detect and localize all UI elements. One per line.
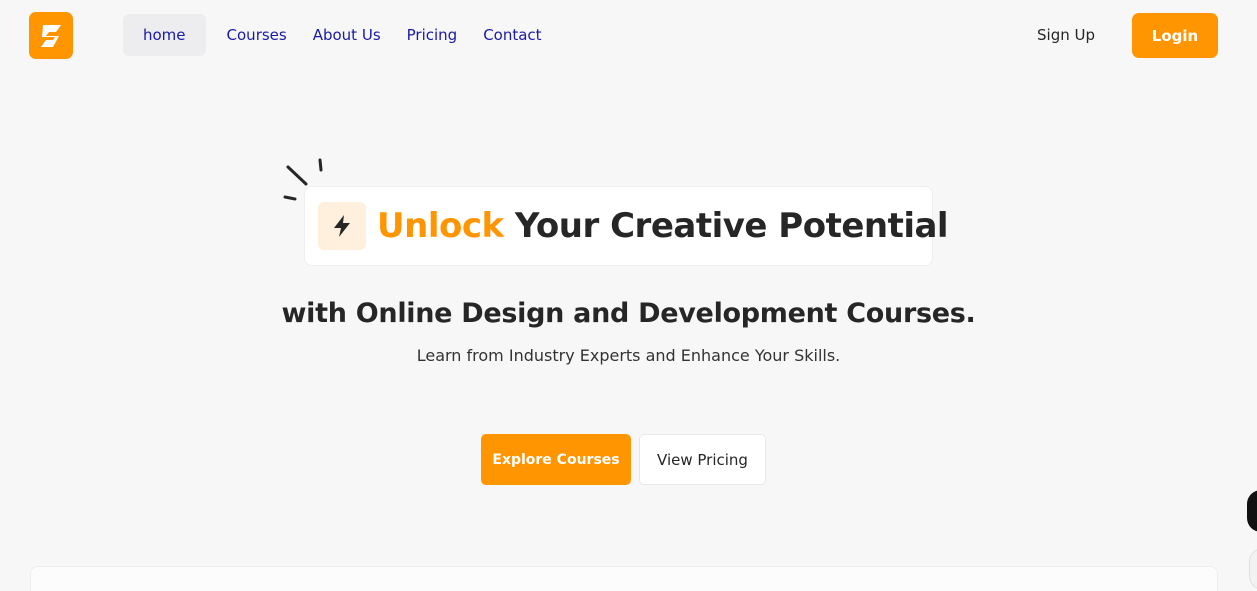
nav-item-home[interactable]: home [123, 14, 206, 56]
nav-item-contact[interactable]: Contact [470, 14, 554, 56]
login-button[interactable]: Login [1132, 13, 1218, 58]
subheadline: with Online Design and Development Cours… [281, 298, 976, 329]
nav-item-about-us[interactable]: About Us [300, 14, 394, 56]
headline: Unlock Your Creative Potential [377, 206, 949, 246]
headline-rest: Your Creative Potential [503, 206, 949, 246]
lightning-bolt-icon [334, 215, 350, 237]
nav-item-pricing[interactable]: Pricing [394, 14, 471, 56]
sign-up-link[interactable]: Sign Up [1022, 14, 1110, 56]
floating-widget-secondary[interactable] [1249, 548, 1257, 590]
floating-widget[interactable] [1247, 490, 1257, 532]
view-pricing-button[interactable]: View Pricing [639, 434, 766, 485]
tagline: Learn from Industry Experts and Enhance … [416, 346, 841, 365]
headline-icon-box [318, 202, 366, 250]
nav-item-courses[interactable]: Courses [214, 14, 300, 56]
explore-courses-button[interactable]: Explore Courses [481, 434, 631, 485]
main-nav: home Courses About Us Pricing Contact [123, 14, 555, 56]
headline-accent: Unlock [377, 206, 504, 246]
landing-page: home Courses About Us Pricing Contact Si… [0, 0, 1257, 591]
headline-card: Unlock Your Creative Potential [304, 186, 949, 266]
brand-logo[interactable] [29, 12, 73, 59]
content-card [30, 566, 1218, 591]
s-brand-icon [41, 24, 61, 47]
